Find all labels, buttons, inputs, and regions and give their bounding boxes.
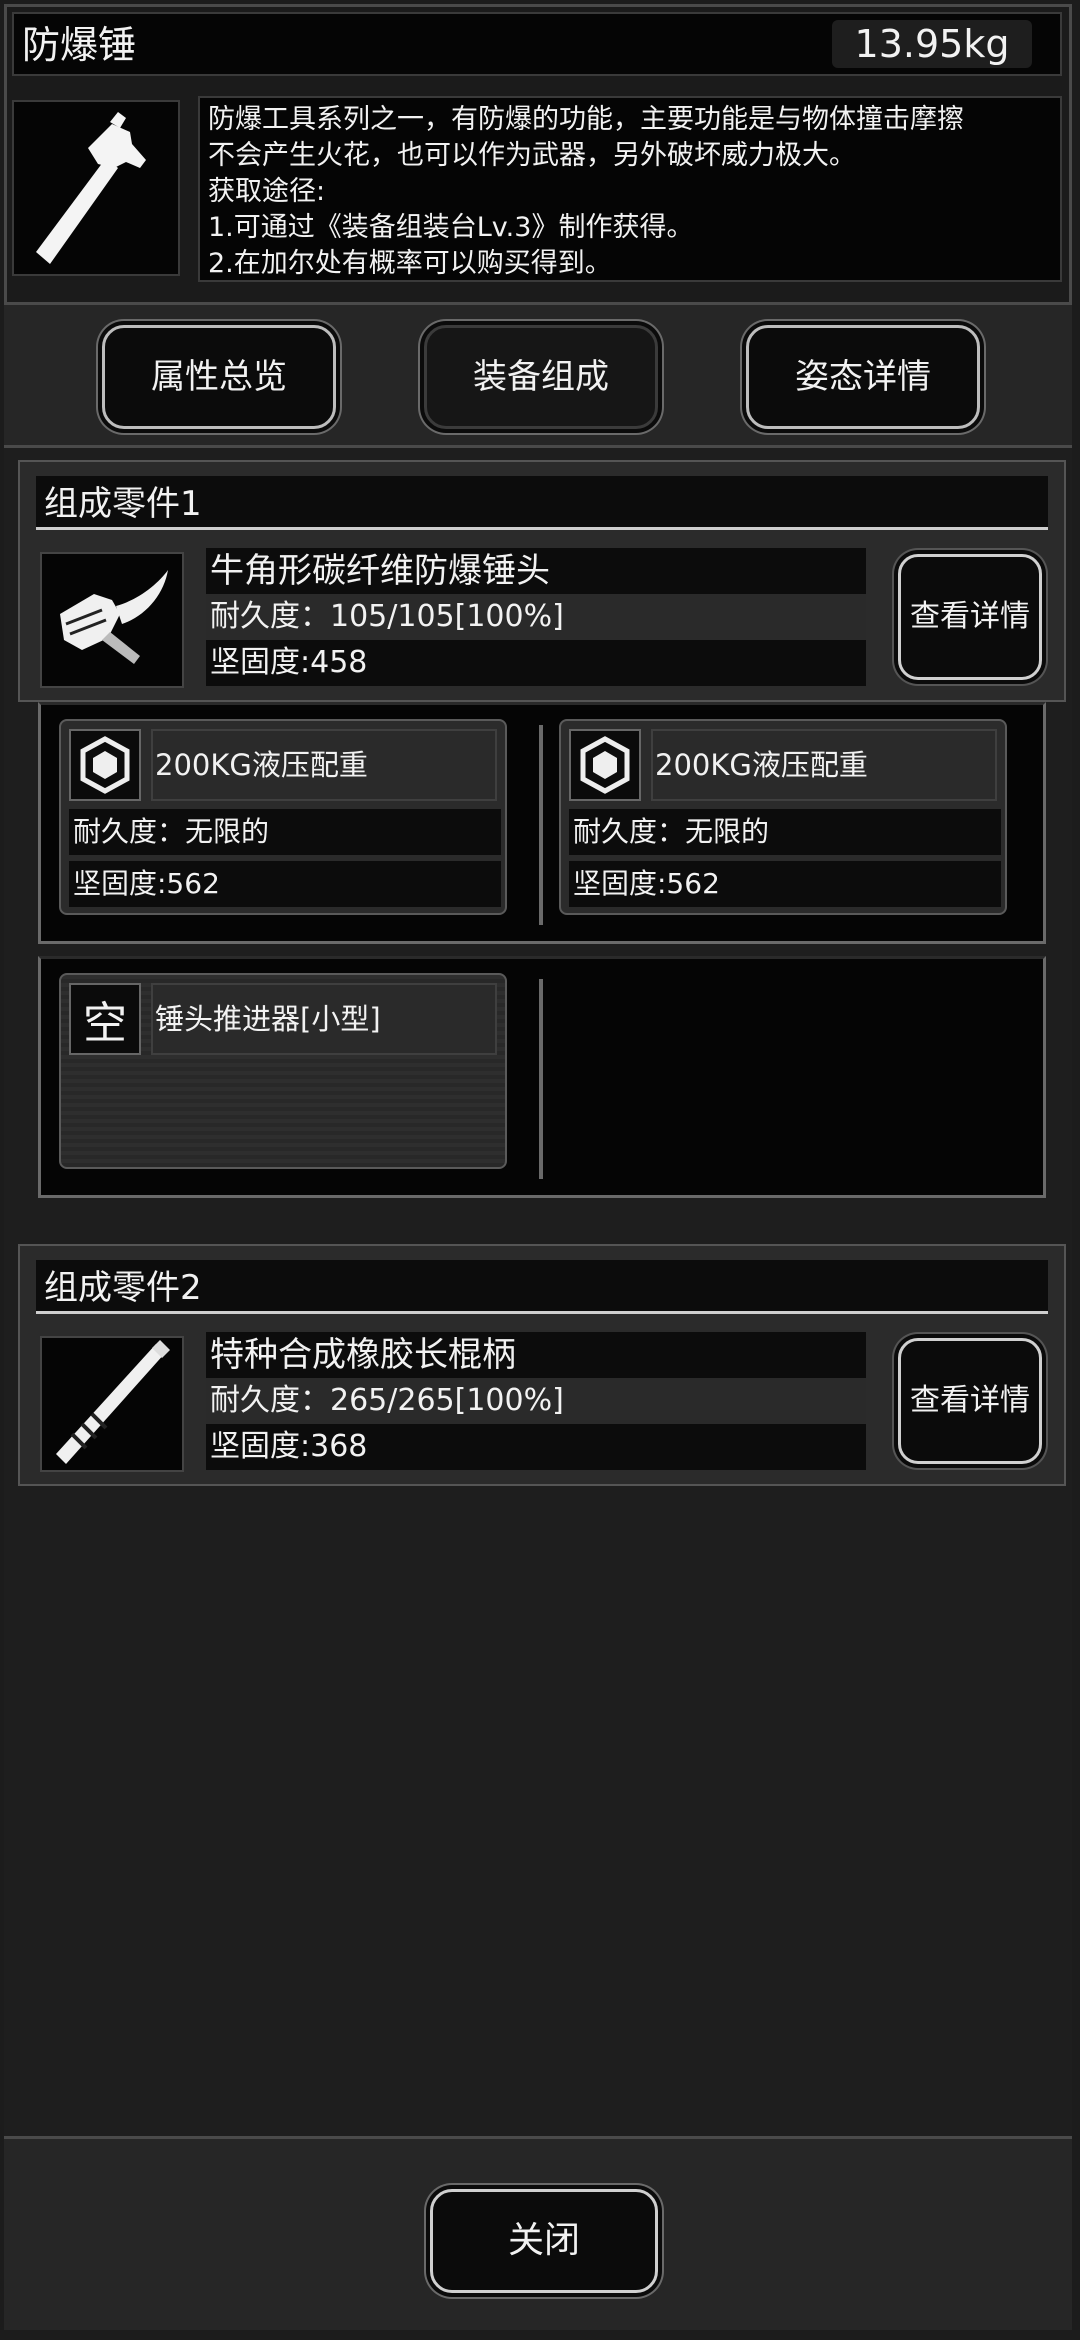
- handle-icon: [56, 1340, 170, 1464]
- component-card: 组成零件1 牛角形碳纤维防爆锤头 耐久度：105/105[100%] 坚固度:4…: [18, 460, 1066, 702]
- component-hardness: 坚固度:458: [206, 640, 866, 686]
- slot-divider: [539, 979, 543, 1179]
- item-weight: 13.95kg: [832, 20, 1032, 68]
- title-bar: 防爆锤 13.95kg: [12, 12, 1062, 76]
- slot-name: 锤头推进器[小型]: [151, 983, 497, 1055]
- close-button[interactable]: 关闭: [430, 2189, 658, 2293]
- description-line: 获取途径:: [208, 176, 326, 207]
- item-title: 防爆锤: [22, 23, 137, 67]
- slot-divider: [539, 725, 543, 925]
- description-line: 不会产生火花，也可以作为武器，另外破坏威力极大。: [208, 140, 856, 171]
- hammer-icon: [36, 112, 146, 264]
- tab-stance-details[interactable]: 姿态详情: [746, 325, 980, 429]
- tab-equipment-composition[interactable]: 装备组成: [424, 325, 658, 429]
- slot-hardness: 坚固度:562: [69, 861, 501, 907]
- slot-hardness: 坚固度:562: [569, 861, 1001, 907]
- description-line: 防爆工具系列之一，有防爆的功能，主要功能是与物体撞击摩擦: [208, 104, 964, 135]
- hammer-head-icon: [60, 570, 168, 664]
- slot-card[interactable]: 200KG液压配重 耐久度：无限的 坚固度:562: [59, 719, 507, 915]
- weight-icon: [80, 736, 130, 794]
- slot-durability: 耐久度：无限的: [69, 809, 501, 855]
- component-name: 牛角形碳纤维防爆锤头: [206, 548, 866, 594]
- slot-durability: 耐久度：无限的: [569, 809, 1001, 855]
- component-durability: 耐久度：265/265[100%]: [206, 1378, 866, 1424]
- component-header: 组成零件1: [36, 476, 1048, 530]
- description-line: 1.可通过《装备组装台Lv.3》制作获得。: [208, 212, 694, 243]
- composition-panel: 组成零件1 牛角形碳纤维防爆锤头 耐久度：105/105[100%] 坚固度:4…: [4, 448, 1072, 2136]
- view-details-button[interactable]: 查看详情: [898, 1338, 1042, 1464]
- slot-icon-frame: [569, 729, 641, 801]
- slot-card-empty[interactable]: 空 锤头推进器[小型]: [59, 973, 507, 1169]
- slot-icon-frame: [69, 729, 141, 801]
- slot-panel: 空 锤头推进器[小型]: [38, 956, 1046, 1198]
- component-card: 组成零件2 特种合成橡胶长棍柄 耐久度：265/265[100%] 坚固度:36…: [18, 1244, 1066, 1486]
- tab-attributes-overview[interactable]: 属性总览: [102, 325, 336, 429]
- slot-panel: 200KG液压配重 耐久度：无限的 坚固度:562 200KG液压配重 耐久度：…: [38, 702, 1046, 944]
- component-icon-frame: [40, 1336, 184, 1472]
- empty-slot-glyph: 空: [83, 998, 127, 1049]
- component-header: 组成零件2: [36, 1260, 1048, 1314]
- footer-bar: 关闭: [4, 2136, 1072, 2330]
- component-durability: 耐久度：105/105[100%]: [206, 594, 866, 640]
- component-hardness: 坚固度:368: [206, 1424, 866, 1470]
- tab-bar: 属性总览 装备组成 姿态详情: [4, 302, 1072, 448]
- item-icon-frame: [12, 100, 180, 276]
- item-description: 防爆工具系列之一，有防爆的功能，主要功能是与物体撞击摩擦 不会产生火花，也可以作…: [198, 96, 1062, 282]
- component-icon-frame: [40, 552, 184, 688]
- view-details-button[interactable]: 查看详情: [898, 554, 1042, 680]
- weight-icon: [580, 736, 630, 794]
- slot-card[interactable]: 200KG液压配重 耐久度：无限的 坚固度:562: [559, 719, 1007, 915]
- description-line: 2.在加尔处有概率可以购买得到。: [208, 248, 612, 279]
- component-name: 特种合成橡胶长棍柄: [206, 1332, 866, 1378]
- empty-slot-icon: 空: [69, 983, 141, 1055]
- slot-name: 200KG液压配重: [651, 729, 997, 801]
- item-info: 防爆工具系列之一，有防爆的功能，主要功能是与物体撞击摩擦 不会产生火花，也可以作…: [12, 92, 1062, 284]
- slot-name: 200KG液压配重: [151, 729, 497, 801]
